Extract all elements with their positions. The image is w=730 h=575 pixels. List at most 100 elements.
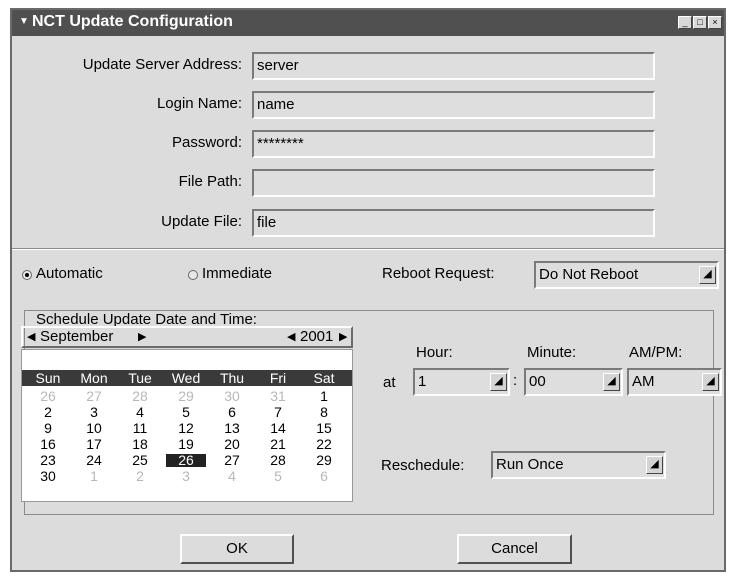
file-path-label: File Path: [178,173,242,190]
server-address-input[interactable]: server [252,52,655,80]
next-month-icon[interactable]: ▶ [138,328,146,346]
calendar-day[interactable]: 1 [304,389,344,403]
calendar-day[interactable]: 5 [258,469,298,483]
month-label: September [40,328,114,345]
immediate-radio[interactable] [188,270,198,280]
calendar-day[interactable]: 24 [74,453,114,467]
calendar-day-name: Tue [128,370,152,386]
calendar-day[interactable]: 5 [166,405,206,419]
update-file-label: Update File: [161,213,242,230]
password-label: Password: [171,134,242,151]
calendar-day[interactable]: 13 [212,421,252,435]
immediate-label[interactable]: Immediate [202,265,272,282]
server-address-label: Update Server Address: [82,56,242,73]
calendar-day-names: Sun Mon Tue Wed Thu Fri Sat [22,370,352,386]
reschedule-select[interactable]: Run Once ◢ [491,451,666,479]
calendar-day[interactable]: 3 [166,469,206,483]
login-name-input[interactable]: name [252,91,655,119]
automatic-label[interactable]: Automatic [36,265,103,282]
calendar-day[interactable]: 29 [304,453,344,467]
calendar-day-name: Fri [269,370,287,386]
maximize-icon[interactable]: □ [693,16,707,29]
calendar-day-name: Wed [171,370,201,386]
calendar-day[interactable]: 19 [166,437,206,451]
calendar-day[interactable]: 28 [258,453,298,467]
calendar-day[interactable]: 23 [28,453,68,467]
hour-value: 1 [418,373,427,390]
calendar-day[interactable]: 8 [304,405,344,419]
calendar-day-name: Mon [80,370,108,386]
calendar-day[interactable]: 4 [212,469,252,483]
reboot-request-value: Do Not Reboot [539,266,639,283]
calendar-day-name: Sat [313,370,335,386]
next-year-icon[interactable]: ▶ [339,328,347,346]
calendar-day[interactable]: 21 [258,437,298,451]
ampm-select[interactable]: AM ◢ [627,368,722,396]
minute-label: Minute: [527,344,577,361]
reschedule-value: Run Once [496,456,564,473]
calendar-day[interactable]: 14 [258,421,298,435]
calendar-day[interactable]: 15 [304,421,344,435]
prev-month-icon[interactable]: ◀ [27,328,35,346]
calendar-day[interactable]: 4 [120,405,160,419]
minute-select[interactable]: 00 ◢ [524,368,623,396]
calendar-day[interactable]: 7 [258,405,298,419]
automatic-radio[interactable] [22,270,32,280]
minute-value: 00 [529,373,546,390]
calendar-day[interactable]: 30 [28,469,68,483]
file-path-input[interactable] [252,169,655,197]
minimize-icon[interactable]: _ [678,16,692,29]
calendar-day[interactable]: 18 [120,437,160,451]
separator [12,248,724,250]
calendar-day[interactable]: 11 [120,421,160,435]
hour-dropdown-icon[interactable]: ◢ [490,373,507,391]
calendar-day[interactable]: 28 [120,389,160,403]
reboot-dropdown-icon[interactable]: ◢ [699,266,716,284]
time-colon: : [513,372,518,389]
calendar-grid: Sun Mon Tue Wed Thu Fri Sat 26 27 28 29 30 31 1 2 3 4 5 6… [21,349,353,502]
hour-select[interactable]: 1 ◢ [413,368,510,396]
at-label: at [383,374,396,391]
calendar-day[interactable]: 30 [212,389,252,403]
calendar-day[interactable]: 2 [28,405,68,419]
calendar-day[interactable]: 22 [304,437,344,451]
hour-label: Hour: [416,344,453,361]
calendar-day[interactable]: 20 [212,437,252,451]
reboot-request-label: Reboot Request: [382,265,495,282]
reboot-request-select[interactable]: Do Not Reboot ◢ [534,261,719,289]
calendar-day[interactable]: 12 [166,421,206,435]
calendar-day[interactable]: 17 [74,437,114,451]
calendar-day[interactable]: 9 [28,421,68,435]
calendar-day-name: Thu [219,370,245,386]
calendar-day[interactable]: 25 [120,453,160,467]
close-icon[interactable]: × [708,16,722,29]
calendar-day[interactable]: 26 [166,453,206,467]
reschedule-dropdown-icon[interactable]: ◢ [646,456,663,474]
calendar-day[interactable]: 6 [212,405,252,419]
title-bar[interactable]: ▼ NCT Update Configuration _ □ × [12,10,724,36]
calendar-day[interactable]: 27 [212,453,252,467]
calendar-day[interactable]: 3 [74,405,114,419]
update-file-input[interactable]: file [252,209,655,237]
ok-button[interactable]: OK [180,534,294,564]
calendar-day[interactable]: 29 [166,389,206,403]
system-menu-icon[interactable]: ▼ [19,16,29,27]
year-label: 2001 [300,328,334,345]
calendar-day[interactable]: 26 [28,389,68,403]
calendar-day[interactable]: 16 [28,437,68,451]
login-name-label: Login Name: [156,95,242,112]
calendar-day-name: Sun [35,370,61,386]
calendar-navigation: ◀ September ▶ ◀ 2001 ▶ [21,326,353,348]
minute-dropdown-icon[interactable]: ◢ [603,373,620,391]
calendar-day[interactable]: 2 [120,469,160,483]
cancel-button[interactable]: Cancel [457,534,572,564]
calendar-day[interactable]: 10 [74,421,114,435]
prev-year-icon[interactable]: ◀ [287,328,295,346]
calendar-day[interactable]: 31 [258,389,298,403]
ampm-label: AM/PM: [629,344,683,361]
calendar-day[interactable]: 1 [74,469,114,483]
calendar-day[interactable]: 27 [74,389,114,403]
ampm-dropdown-icon[interactable]: ◢ [702,373,719,391]
calendar-day[interactable]: 6 [304,469,344,483]
password-input[interactable]: ******** [252,130,655,158]
